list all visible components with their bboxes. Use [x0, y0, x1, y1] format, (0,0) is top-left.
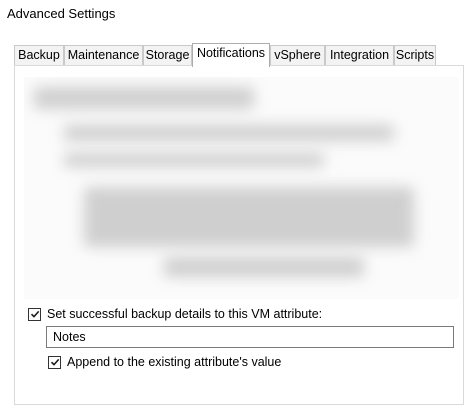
- tab-vsphere[interactable]: vSphere: [270, 45, 325, 65]
- set-vm-attribute-option: Set successful backup details to this VM…: [28, 307, 322, 321]
- tab-notifications[interactable]: Notifications: [192, 43, 270, 67]
- append-attribute-checkbox[interactable]: [48, 355, 61, 369]
- tab-scripts[interactable]: Scripts: [394, 45, 436, 65]
- set-vm-attribute-checkbox[interactable]: [28, 307, 41, 321]
- obscured-text-block: [84, 187, 414, 247]
- checkmark-icon: [30, 310, 39, 318]
- obscured-text-block: [34, 87, 254, 109]
- obscured-text-block: [64, 153, 324, 167]
- tab-backup[interactable]: Backup: [14, 45, 64, 65]
- window-title: Advanced Settings: [7, 6, 116, 21]
- append-attribute-label: Append to the existing attribute's value: [67, 355, 282, 369]
- obscured-settings-region: [24, 77, 459, 299]
- obscured-text-block: [64, 125, 394, 141]
- advanced-settings-window: Advanced Settings Backup Maintenance Sto…: [0, 0, 474, 405]
- tab-maintenance[interactable]: Maintenance: [64, 45, 143, 65]
- tab-storage[interactable]: Storage: [143, 45, 192, 65]
- append-attribute-option: Append to the existing attribute's value: [48, 355, 281, 369]
- tab-integration[interactable]: Integration: [325, 45, 394, 65]
- set-vm-attribute-label: Set successful backup details to this VM…: [47, 307, 323, 321]
- vm-attribute-input[interactable]: [46, 326, 454, 348]
- obscured-text-block: [164, 257, 364, 277]
- checkmark-icon: [50, 358, 59, 366]
